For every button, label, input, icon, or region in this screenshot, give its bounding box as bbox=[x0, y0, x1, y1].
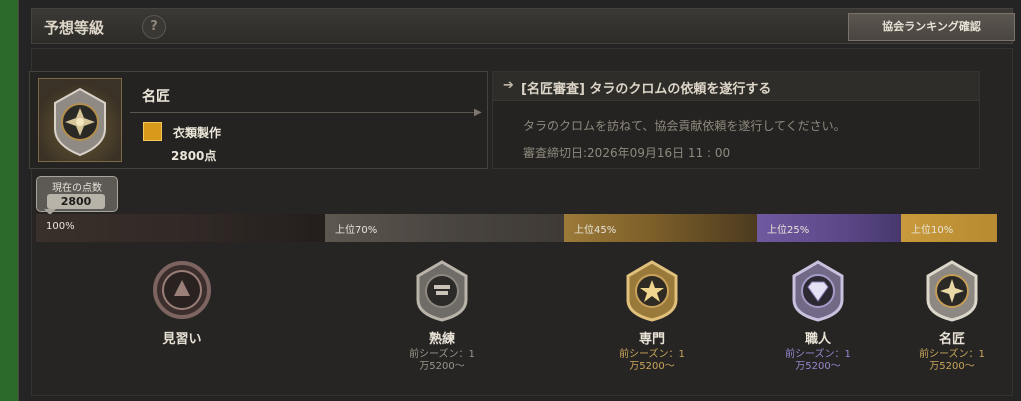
current-score-value: 2800 bbox=[47, 194, 105, 209]
segment-label: 上位70% bbox=[335, 225, 378, 236]
rank-segment-10: 上位10% bbox=[901, 214, 997, 242]
tier-name: 熟練 bbox=[428, 332, 455, 347]
tier-requirement: 前シーズン：1 万5200～ bbox=[409, 349, 475, 372]
rank-segment-70: 上位70% bbox=[325, 214, 564, 242]
quest-description: タラのクロムを訪ねて、協会貢献依頼を遂行してください。 bbox=[523, 119, 846, 133]
header-bar: 予想等級 ? 協会ランキング確認 bbox=[31, 8, 1015, 44]
tailoring-icon bbox=[143, 122, 162, 141]
page-title: 予想等級 bbox=[44, 19, 105, 37]
help-icon[interactable]: ? bbox=[142, 15, 166, 39]
segment-label: 上位10% bbox=[911, 225, 954, 236]
tier-name: 名匠 bbox=[938, 332, 965, 347]
current-score-bubble: 現在の点数 2800 bbox=[36, 176, 118, 212]
current-grade-card: 名匠 ▶ 衣類製作 2800点 bbox=[29, 71, 488, 169]
tier-name: 職人 bbox=[804, 332, 831, 347]
tier-expert[interactable]: 専門 前シーズン：1 万5200～ bbox=[612, 258, 692, 373]
master-tier-medal-icon bbox=[926, 260, 978, 322]
points-value: 2800点 bbox=[171, 149, 217, 163]
tier-requirement: 前シーズン：1 万5200～ bbox=[619, 349, 685, 372]
apprentice-medal-icon bbox=[153, 261, 211, 319]
tier-requirement: 前シーズン：1 万5200～ bbox=[785, 349, 851, 372]
job-name: 衣類製作 bbox=[173, 126, 222, 140]
quest-title: [名匠審査] タラのクロムの依頼を遂行する bbox=[521, 82, 772, 97]
rank-segment-45: 上位45% bbox=[564, 214, 757, 242]
skilled-medal-icon bbox=[416, 260, 468, 322]
segment-label: 100% bbox=[46, 221, 75, 232]
artisan-medal-icon bbox=[792, 260, 844, 322]
tier-master[interactable]: 名匠 前シーズン：1 万5200～ bbox=[906, 258, 998, 373]
rank-segment-100: 100% bbox=[36, 214, 325, 242]
rank-segment-25: 上位25% bbox=[757, 214, 901, 242]
grade-name: 名匠 bbox=[142, 89, 170, 105]
tier-skilled[interactable]: 熟練 前シーズン：1 万5200～ bbox=[402, 258, 482, 373]
segment-label: 上位45% bbox=[574, 225, 617, 236]
segment-label: 上位25% bbox=[767, 225, 810, 236]
tier-name: 見習い bbox=[162, 332, 202, 347]
quest-header: ➔ [名匠審査] タラのクロムの依頼を遂行する bbox=[493, 72, 979, 101]
double-arrow-icon: ➔ bbox=[503, 78, 514, 93]
expert-medal-icon bbox=[626, 260, 678, 322]
divider bbox=[130, 112, 475, 113]
quest-panel: ➔ [名匠審査] タラのクロムの依頼を遂行する タラのクロムを訪ねて、協会貢献依… bbox=[492, 71, 980, 169]
arrow-right-icon: ▶ bbox=[474, 107, 482, 118]
current-score-label: 現在の点数 bbox=[52, 183, 102, 194]
tier-apprentice[interactable]: 見習い bbox=[142, 258, 222, 347]
tier-artisan[interactable]: 職人 前シーズン：1 万5200～ bbox=[778, 258, 858, 373]
ranking-button[interactable]: 協会ランキング確認 bbox=[848, 13, 1015, 41]
tier-requirement: 前シーズン：1 万5200～ bbox=[919, 349, 985, 372]
quest-deadline: 審査締切日:2026年09月16日 11 : 00 bbox=[523, 146, 731, 160]
tier-name: 専門 bbox=[638, 332, 665, 347]
master-medal-icon bbox=[38, 78, 122, 162]
